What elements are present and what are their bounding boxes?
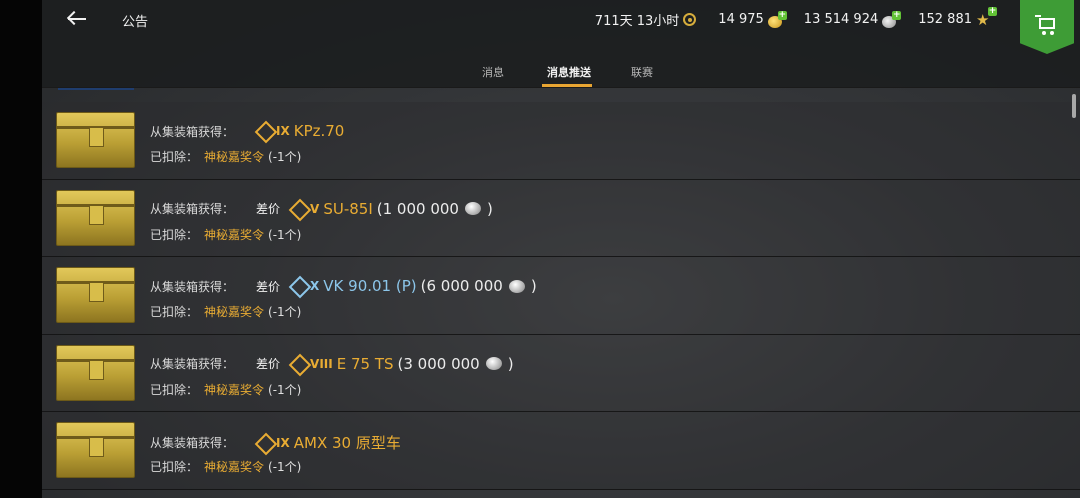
silver-coin-icon <box>485 357 502 370</box>
reward-line: 从集装箱获得： IX KPz.70 <box>150 122 344 140</box>
playtime-value: 711天 13小时 <box>594 14 680 29</box>
price-diff-label: 差价 <box>256 202 281 216</box>
tab-push-notifications[interactable]: 消息推送 <box>547 64 591 80</box>
deduction-line: 已扣除： 神秘嘉奖令 (-1个) <box>150 381 301 398</box>
silver-coin-icon <box>464 202 481 215</box>
tank-name: KPz.70 <box>293 122 345 140</box>
page-title: 公告 <box>122 15 149 30</box>
item-name: 神秘嘉奖令 <box>204 150 265 164</box>
container-chest-icon <box>56 344 135 401</box>
deducted-label: 已扣除： <box>150 460 199 474</box>
tier-label: X <box>310 279 320 293</box>
list-item[interactable]: 从集装箱获得： IX KPz.70 已扣除： 神秘嘉奖令 (-1个) <box>42 102 1080 180</box>
playtime-display: 711天 13小时 <box>595 10 697 29</box>
item-name: 神秘嘉奖令 <box>204 382 265 397</box>
notification-list: 从集装箱获得： IX KPz.70 已扣除： 神秘嘉奖令 (-1个) 从集装箱获得：… <box>42 102 1080 490</box>
price-close-paren: ) <box>530 277 537 295</box>
container-chest-icon <box>56 112 135 168</box>
tier-badge-icon <box>256 435 274 451</box>
tier-badge-icon <box>290 201 308 217</box>
back-arrow-icon[interactable] <box>64 6 90 32</box>
price-diff-label: 差价 <box>256 279 281 294</box>
free-xp-value: 152 881 <box>918 12 972 27</box>
gold-value: 14 975 <box>718 12 764 27</box>
price-close-paren: ) <box>507 354 514 373</box>
tank-name: VK 90.01 (P) <box>323 277 417 295</box>
star-icon: ★ + <box>976 5 997 29</box>
deduction-line: 已扣除： 神秘嘉奖令 (-1个) <box>150 226 301 243</box>
deducted-label: 已扣除： <box>150 305 199 319</box>
item-count: (-1个) <box>268 150 302 164</box>
tier-label: V <box>310 201 320 216</box>
item-name: 神秘嘉奖令 <box>204 460 265 474</box>
tab-league[interactable]: 联赛 <box>631 64 653 80</box>
source-label: 从集装箱获得： <box>150 202 235 216</box>
add-gold-icon[interactable]: + <box>777 10 787 20</box>
source-label: 从集装箱获得： <box>150 279 235 294</box>
tab-messages[interactable]: 消息 <box>482 64 504 80</box>
reward-line: 从集装箱获得： 差价 V SU-85I (1 000 000 ) <box>150 200 493 218</box>
container-chest-icon <box>56 267 135 323</box>
add-credits-icon[interactable]: + <box>892 10 902 20</box>
left-edge-strip <box>0 0 42 498</box>
price-amount: (6 000 000 <box>420 277 503 295</box>
deducted-label: 已扣除： <box>150 150 199 164</box>
add-free-xp-icon[interactable]: + <box>988 6 997 16</box>
deducted-label: 已扣除： <box>150 227 199 242</box>
silver-coin-icon <box>508 279 525 293</box>
silver-coin-icon: + <box>882 10 902 28</box>
tier-label: IX <box>276 435 290 450</box>
tab-bar: 消息 消息推送 联赛 <box>42 62 1080 88</box>
container-chest-icon <box>56 189 135 246</box>
price-diff-label: 差价 <box>256 357 281 371</box>
tank-name: E 75 TS <box>336 354 394 373</box>
list-scrollbar[interactable] <box>1072 94 1076 118</box>
laurel-icon <box>683 13 697 26</box>
shop-button[interactable] <box>1020 0 1074 54</box>
gold-display[interactable]: 14 975 + <box>718 10 787 28</box>
list-item[interactable]: 从集装箱获得： 差价 VIII E 75 TS (3 000 000 ) 已扣除… <box>42 334 1080 412</box>
price-close-paren: ) <box>486 199 493 218</box>
tier-badge-icon <box>256 123 274 139</box>
gold-coin-icon: + <box>767 10 787 28</box>
source-label: 从集装箱获得： <box>150 436 235 450</box>
item-count: (-1个) <box>268 305 302 319</box>
currency-bar: 711天 13小时 14 975 + 13 514 924 + 152 881 … <box>595 5 997 29</box>
header-divider <box>42 87 1080 88</box>
price-amount: (1 000 000 <box>376 199 459 218</box>
item-count: (-1个) <box>268 227 302 242</box>
item-name: 神秘嘉奖令 <box>204 227 265 242</box>
credits-display[interactable]: 13 514 924 + <box>803 10 902 28</box>
reward-line: 从集装箱获得： IX AMX 30 原型车 <box>150 432 401 453</box>
tier-label: VIII <box>310 356 333 371</box>
source-label: 从集装箱获得： <box>150 357 235 371</box>
list-item[interactable]: 从集装箱获得： 差价 X VK 90.01 (P) (6 000 000 ) 已… <box>42 257 1080 335</box>
price-amount: (3 000 000 <box>397 354 480 373</box>
item-name: 神秘嘉奖令 <box>204 305 265 319</box>
app-window: 公告 711天 13小时 14 975 + 13 514 924 + 152 8… <box>42 0 1080 498</box>
reward-line: 从集装箱获得： 差价 VIII E 75 TS (3 000 000 ) <box>150 355 514 373</box>
item-count: (-1个) <box>268 382 302 397</box>
tier-badge-icon <box>290 278 308 294</box>
container-chest-icon <box>56 422 135 478</box>
tank-name: SU-85I <box>323 199 373 218</box>
deducted-label: 已扣除： <box>150 382 199 397</box>
tier-badge-icon <box>290 356 308 372</box>
reward-line: 从集装箱获得： 差价 X VK 90.01 (P) (6 000 000 ) <box>150 277 537 295</box>
shopping-cart-icon <box>1035 14 1055 29</box>
list-item[interactable]: 从集装箱获得： 差价 V SU-85I (1 000 000 ) 已扣除： 神秘嘉… <box>42 179 1080 257</box>
item-count: (-1个) <box>268 460 302 474</box>
tank-name: AMX 30 原型车 <box>293 434 401 452</box>
previous-row-edge <box>58 88 134 90</box>
list-item[interactable]: 从集装箱获得： IX AMX 30 原型车 已扣除： 神秘嘉奖令 (-1个) <box>42 412 1080 490</box>
source-label: 从集装箱获得： <box>150 124 235 139</box>
tier-label: IX <box>276 124 290 138</box>
deduction-line: 已扣除： 神秘嘉奖令 (-1个) <box>150 303 301 320</box>
top-bar: 公告 711天 13小时 14 975 + 13 514 924 + 152 8… <box>42 0 1080 88</box>
deduction-line: 已扣除： 神秘嘉奖令 (-1个) <box>150 148 301 165</box>
deduction-line: 已扣除： 神秘嘉奖令 (-1个) <box>150 458 301 475</box>
credits-value: 13 514 924 <box>803 12 879 27</box>
free-xp-display[interactable]: 152 881 ★ + <box>918 5 997 29</box>
